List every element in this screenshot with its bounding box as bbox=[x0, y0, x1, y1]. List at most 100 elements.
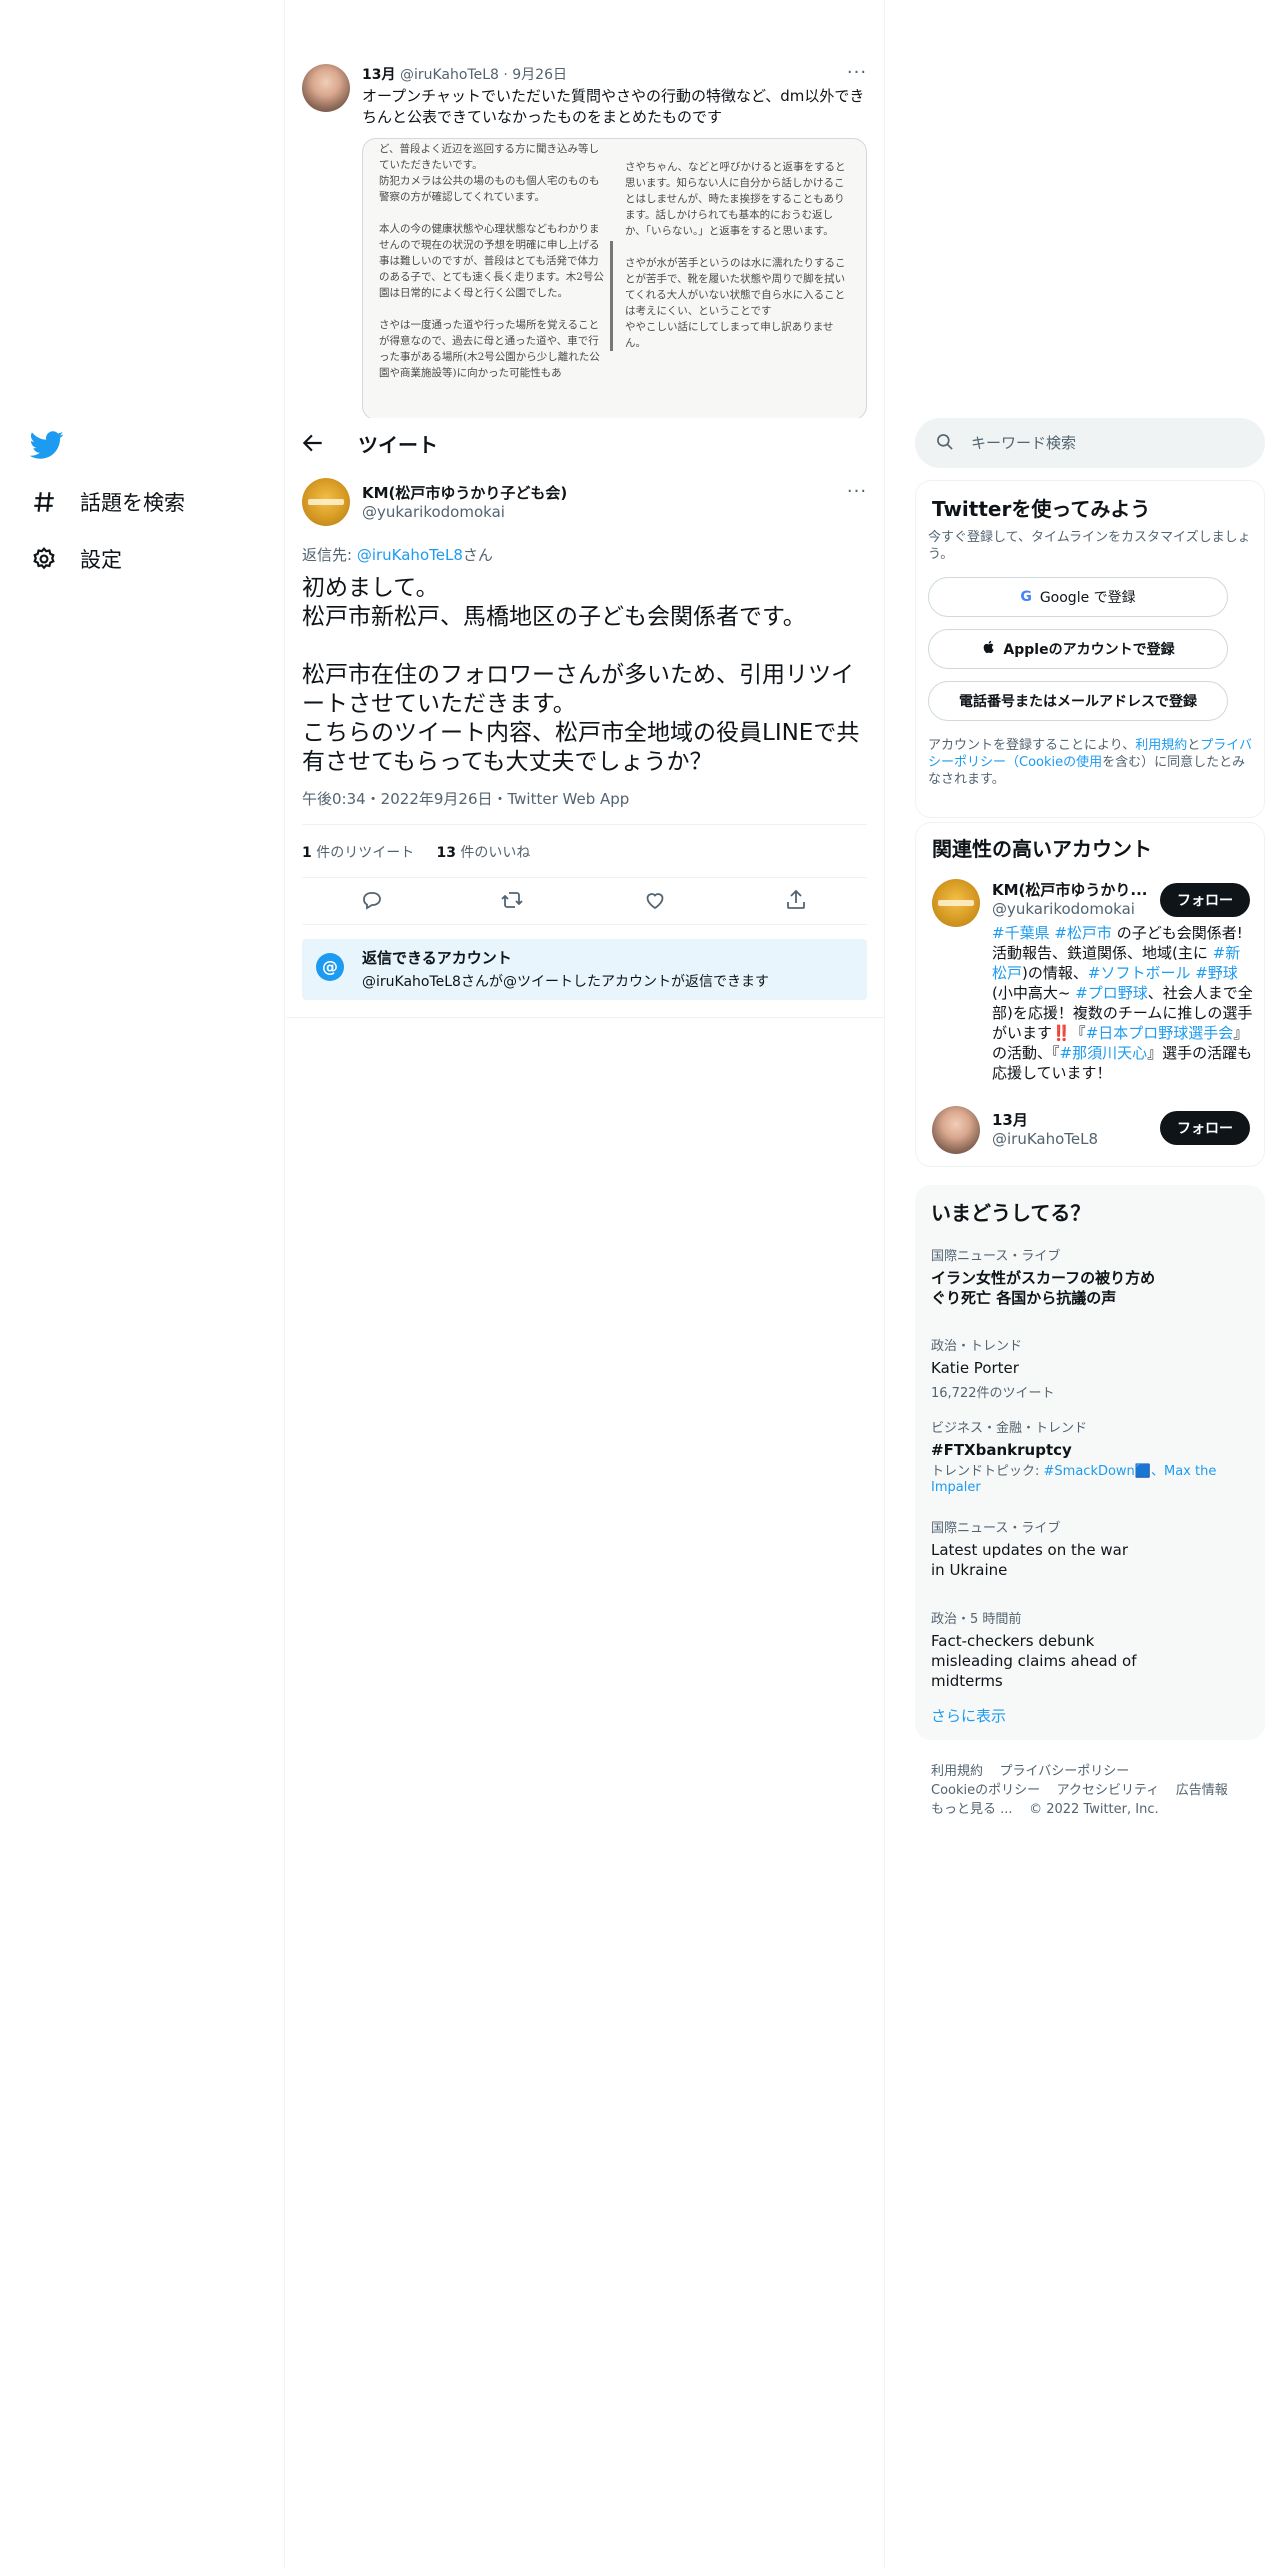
tweet-author-handle[interactable]: @yukarikodomokai bbox=[362, 503, 505, 521]
search-input[interactable] bbox=[971, 430, 1241, 456]
footer-copyright: © 2022 Twitter, Inc. bbox=[1029, 1802, 1159, 1817]
quoted-tweet-date[interactable]: 9月26日 bbox=[512, 67, 567, 83]
tweet-stats: 1 件のリツイート 13 件のいいね bbox=[302, 842, 530, 862]
quoted-tweet-image[interactable]: ど、普段よく近辺を巡回する方に聞き込み等していただきたいです。 防犯カメラは公共… bbox=[362, 138, 867, 420]
trend-item[interactable]: 国際ニュース・ライブ イラン女性がスカーフの被り方めぐり死亡 各国から抗議の声 bbox=[931, 1245, 1161, 1308]
divider bbox=[302, 924, 867, 925]
signup-title: Twitterを使ってみよう bbox=[932, 497, 1151, 521]
trend-item[interactable]: 政治・5 時間前 Fact-checkers debunk misleading… bbox=[931, 1608, 1166, 1691]
retweets-stat[interactable]: 1 件のリツイート bbox=[302, 845, 414, 861]
share-icon[interactable] bbox=[784, 888, 810, 914]
twitter-bird-icon[interactable] bbox=[29, 428, 64, 462]
divider bbox=[302, 824, 867, 825]
avatar[interactable] bbox=[932, 1106, 980, 1154]
reply-restriction-notice: @ 返信できるアカウント @iruKahoTeL8さんが@ツイートしたアカウント… bbox=[302, 939, 867, 1000]
page-title: ツイート bbox=[358, 433, 438, 457]
retweets-label: 件のリツイート bbox=[316, 845, 415, 861]
quoted-tweet-text: オープンチャットでいただいた質問やさやの行動の特徴など、dm以外できちんと公表で… bbox=[362, 87, 865, 126]
retweet-icon[interactable] bbox=[500, 888, 526, 914]
trend-category: 国際ニュース・ライブ bbox=[931, 1521, 1061, 1536]
footer-link-cookie[interactable]: Cookieのポリシー bbox=[931, 1783, 1040, 1798]
footer-link-terms[interactable]: 利用規約 bbox=[931, 1764, 983, 1779]
account-name[interactable]: KM(松戸市ゆうかり... bbox=[992, 879, 1148, 900]
search-box[interactable] bbox=[915, 418, 1265, 468]
trend-item[interactable]: 政治・トレンド Katie Porter 16,722件のツイート bbox=[931, 1335, 1231, 1401]
footer-row: もっと見る ... © 2022 Twitter, Inc. bbox=[931, 1798, 1159, 1817]
likes-label: 件のいいね bbox=[460, 845, 531, 861]
google-icon: G bbox=[1020, 589, 1032, 605]
quoted-tweet-name[interactable]: 13月 bbox=[362, 67, 395, 83]
avatar[interactable] bbox=[302, 478, 350, 526]
trend-category: 政治・5 時間前 bbox=[931, 1612, 1022, 1627]
trend-item[interactable]: 国際ニュース・ライブ Latest updates on the war in … bbox=[931, 1517, 1141, 1580]
avatar[interactable] bbox=[932, 879, 980, 927]
show-more-link[interactable]: さらに表示 bbox=[931, 1705, 1006, 1726]
trends-title: いまどうしてる？ bbox=[931, 1201, 1091, 1225]
reply-to-suffix: さん bbox=[462, 546, 493, 564]
separator-dot: · bbox=[503, 67, 508, 83]
terms-text: と bbox=[1187, 738, 1201, 753]
quoted-tweet-header: 13月 @iruKahoTeL8 · 9月26日 bbox=[362, 64, 567, 84]
nav-item-explore[interactable]: 話題を検索 bbox=[30, 482, 185, 522]
trend-title: Latest updates on the war in Ukraine bbox=[931, 1541, 1129, 1579]
avatar[interactable] bbox=[302, 64, 350, 112]
left-nav: 話題を検索 設定 bbox=[0, 0, 285, 2568]
image-text-left: ど、普段よく近辺を巡回する方に聞き込み等していただきたいです。 防犯カメラは公共… bbox=[379, 143, 604, 379]
google-signup-button[interactable]: G Google で登録 bbox=[928, 577, 1228, 617]
account-bio: #千葉県 #松戸市 の子ども会関係者!活動報告、鉄道関係、地域(主に #新松戸)… bbox=[992, 924, 1253, 1082]
reply-notice-title: 返信できるアカウント bbox=[362, 949, 512, 967]
terms-text: アカウントを登録することにより、 bbox=[928, 738, 1136, 753]
more-options-icon[interactable]: ··· bbox=[846, 481, 868, 503]
trend-tweet-count: 16,722件のツイート bbox=[931, 1386, 1055, 1401]
apple-signup-button[interactable]: Appleのアカウントで登録 bbox=[928, 629, 1228, 669]
terms-link[interactable]: 利用規約 bbox=[1135, 738, 1187, 753]
signup-subtitle: 今すぐ登録して、タイムラインをカスタマイズしましょう。 bbox=[928, 530, 1251, 562]
retweets-count: 1 bbox=[302, 845, 312, 861]
trend-item[interactable]: ビジネス・金融・トレンド #FTXbankruptcy トレンドトピック: #S… bbox=[931, 1417, 1231, 1496]
follow-button[interactable]: フォロー bbox=[1160, 883, 1250, 917]
quoted-tweet-handle[interactable]: @iruKahoTeL8 bbox=[400, 67, 499, 83]
footer-link-accessibility[interactable]: アクセシビリティ bbox=[1057, 1783, 1160, 1798]
back-arrow-icon[interactable] bbox=[300, 430, 326, 456]
like-icon[interactable] bbox=[643, 888, 669, 914]
tweet-body: 初めまして。 松戸市新松戸、馬橋地区の子ども会関係者です。 松戸市在住のフォロワ… bbox=[302, 575, 860, 775]
nav-item-label: 設定 bbox=[80, 548, 122, 572]
reply-to-handle-link[interactable]: @iruKahoTeL8 bbox=[357, 546, 463, 564]
divider bbox=[286, 1017, 884, 1018]
account-handle[interactable]: @iruKahoTeL8 bbox=[992, 1130, 1098, 1148]
follow-button[interactable]: フォロー bbox=[1160, 1111, 1250, 1145]
trend-category: 政治・トレンド bbox=[931, 1339, 1023, 1354]
trend-title: Katie Porter bbox=[931, 1359, 1019, 1377]
signup-terms: アカウントを登録することにより、利用規約とプライバシーポリシー（Cookieの使… bbox=[928, 737, 1253, 788]
nav-item-settings[interactable]: 設定 bbox=[30, 539, 122, 579]
likes-stat[interactable]: 13 件のいいね bbox=[436, 845, 530, 861]
reply-icon[interactable] bbox=[360, 888, 386, 914]
trend-topics-prefix: トレンドトピック: bbox=[931, 1464, 1044, 1479]
mention-icon: @ bbox=[316, 953, 344, 981]
footer-more-link[interactable]: もっと見る ... bbox=[931, 1802, 1013, 1817]
reply-notice-description: @iruKahoTeL8さんが@ツイートしたアカウントが返信できます bbox=[362, 974, 769, 990]
trend-category: ビジネス・金融・トレンド bbox=[931, 1421, 1088, 1436]
trend-topics: トレンドトピック: #SmackDown🟦、Max the Impaler bbox=[931, 1464, 1231, 1496]
account-name[interactable]: 13月 bbox=[992, 1109, 1028, 1130]
image-text-right: さやちゃん、などと呼びかけると返事をすると思います。知らない人に自分から話しかけ… bbox=[625, 161, 846, 349]
footer-row: 利用規約 プライバシーポリシー bbox=[931, 1760, 1129, 1779]
footer-link-ads[interactable]: 広告情報 bbox=[1176, 1783, 1228, 1798]
trend-title: Fact-checkers debunk misleading claims a… bbox=[931, 1632, 1137, 1690]
divider bbox=[302, 877, 867, 878]
tweet-author-name[interactable]: KM(松戸市ゆうかり子ども会) bbox=[362, 482, 567, 503]
apple-icon bbox=[981, 639, 997, 659]
image-divider bbox=[610, 241, 613, 351]
hashtag-icon bbox=[30, 488, 58, 516]
trends-card: いまどうしてる？ 国際ニュース・ライブ イラン女性がスカーフの被り方めぐり死亡 … bbox=[915, 1185, 1265, 1740]
account-handle[interactable]: @yukarikodomokai bbox=[992, 900, 1135, 918]
tweet-timestamp[interactable]: 午後0:34・2022年9月26日・Twitter Web App bbox=[302, 788, 629, 809]
footer-link-privacy[interactable]: プライバシーポリシー bbox=[1000, 1764, 1130, 1779]
trend-title: #FTXbankruptcy bbox=[931, 1441, 1072, 1459]
phone-email-signup-button[interactable]: 電話番号またはメールアドレスで登録 bbox=[928, 681, 1228, 721]
reply-to-prefix: 返信先: bbox=[302, 546, 357, 564]
likes-count: 13 bbox=[436, 845, 456, 861]
trend-title: イラン女性がスカーフの被り方めぐり死亡 各国から抗議の声 bbox=[931, 1269, 1156, 1307]
more-options-icon[interactable]: ··· bbox=[846, 62, 868, 84]
relevant-title: 関連性の高いアカウント bbox=[932, 837, 1152, 861]
